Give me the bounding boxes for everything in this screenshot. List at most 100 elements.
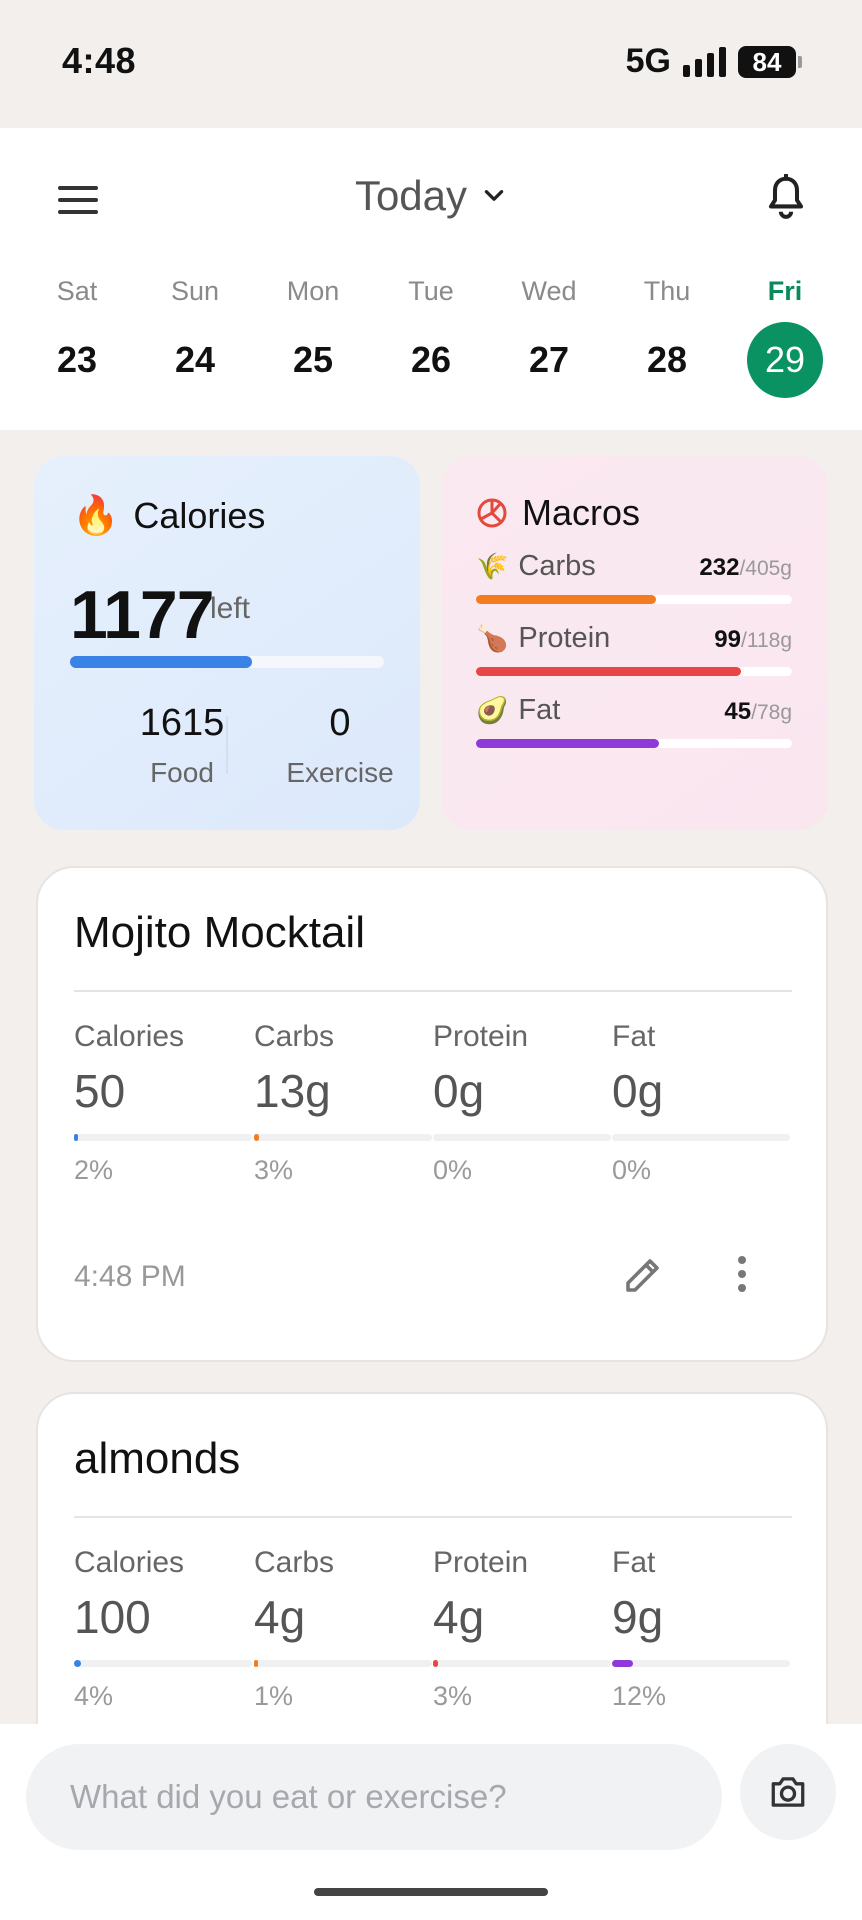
nutrient-value: 100 [74,1591,151,1643]
nutrient-value: 50 [74,1065,126,1117]
nutrient-fat: Fat 0g 0% [612,1020,792,1186]
nutrient-progress-track [612,1660,790,1667]
macro-consumed: 99 [714,626,741,653]
calories-progress-track [70,656,384,668]
day-name: Sun [170,276,220,306]
day-sat[interactable]: Sat 23 [18,276,136,398]
stat-divider [226,716,228,774]
food-calories-value: 1615 [139,702,225,744]
date-selector[interactable]: Today [0,172,862,220]
macro-progress-fill [476,739,660,748]
macros-card[interactable]: Macros 🌾 Carbs 232/405g 🍗 Protein 99/118g 🥑 Fat… [442,456,828,830]
day-date: 23 [56,339,98,380]
macro-name: Fat [518,694,561,726]
composer-bar [0,1724,862,1920]
nutrient-percent: 0% [612,1155,652,1185]
day-date: 29 [747,322,823,398]
nutrient-protein: Protein 0g 0% [433,1020,613,1186]
nutrient-percent: 3% [433,1681,473,1711]
food-stat: 1615 Food [112,702,252,789]
macro-progress-track [476,595,792,604]
nutrient-progress-track [612,1134,790,1141]
food-entry-card[interactable]: Mojito Mocktail Calories 50 2% Carbs 13g 3% Pro… [36,866,828,1362]
day-fri[interactable]: Fri 29 [726,276,844,398]
day-date: 28 [646,339,688,380]
entry-divider [74,1516,792,1518]
day-name: Sat [56,276,98,306]
calories-progress-fill [70,656,253,668]
nutrient-label: Protein [433,1020,529,1053]
macro-value: 232/405g [699,554,792,582]
battery-level: 84 [738,45,796,78]
nutrient-progress-track [74,1134,252,1141]
nutrient-carbs: Carbs 4g 1% [254,1546,434,1712]
status-time: 4:48 [62,40,137,81]
macro-name: Carbs [518,550,596,582]
macro-progress-track [476,739,792,748]
nutrient-progress-fill [254,1660,259,1667]
nutrient-percent: 3% [254,1155,294,1185]
macro-progress-track [476,667,792,676]
day-name: Wed [521,276,577,306]
nutrient-progress-track [433,1660,611,1667]
day-thu[interactable]: Thu 28 [608,276,726,398]
food-calories-label: Food [150,757,214,788]
macro-row-carbs: 🌾 Carbs 232/405g [476,550,792,604]
food-entry-name: Mojito Mocktail [74,908,365,957]
nutrient-progress-track [74,1660,252,1667]
page-title: Today [354,172,468,219]
day-sun[interactable]: Sun 24 [136,276,254,398]
more-vertical-icon[interactable] [718,1250,766,1298]
nutrient-progress-fill [612,1660,634,1667]
nutrient-calories: Calories 50 2% [74,1020,254,1186]
day-name: Mon [286,276,340,306]
macro-consumed: 45 [724,698,752,725]
network-label: 5G [625,42,671,80]
exercise-calories-label: Exercise [286,757,394,788]
nutrient-percent: 12% [612,1681,667,1711]
chevron-down-icon [484,190,504,201]
macro-progress-fill [476,667,742,676]
nutrient-progress-track [254,1134,432,1141]
nutrient-value: 0g [612,1065,664,1117]
protein-icon: 🍗 [476,623,509,653]
day-tue[interactable]: Tue 26 [372,276,490,398]
entry-time: 4:48 PM [74,1260,186,1293]
nutrient-label: Protein [433,1546,529,1579]
nutrient-progress-fill [74,1660,82,1667]
macro-goal: /78g [751,701,792,724]
nutrient-label: Calories [74,1020,185,1053]
nutrient-percent: 4% [74,1681,114,1711]
macro-row-protein: 🍗 Protein 99/118g [476,622,792,676]
battery-icon: 84 [738,45,802,78]
macro-value: 45/78g [724,698,792,726]
macro-value: 99/118g [714,626,792,654]
pencil-icon[interactable] [620,1250,668,1298]
app-header: Today Sat 23 Sun 24 Mon 25 Tue 26 Wed 27 Thu 28 Fri 2… [0,128,862,430]
log-input[interactable] [26,1744,722,1850]
day-date: 26 [410,339,452,380]
day-name: Tue [408,276,454,306]
nutrient-progress-fill [254,1134,260,1141]
calories-card-header: 🔥 Calories [72,494,265,538]
nutrient-label: Fat [612,1546,656,1579]
day-mon[interactable]: Mon 25 [254,276,372,398]
nutrient-label: Carbs [254,1020,335,1053]
bell-icon[interactable] [764,174,808,222]
flame-icon: 🔥 [72,495,120,537]
macro-row-fat: 🥑 Fat 45/78g [476,694,792,748]
nutrient-progress-fill [74,1134,79,1141]
camera-button[interactable] [740,1744,836,1840]
entry-divider [74,990,792,992]
nutrient-percent: 1% [254,1681,294,1711]
macro-name: Protein [518,622,611,654]
day-date: 27 [528,339,570,380]
day-wed[interactable]: Wed 27 [490,276,608,398]
food-entry-name: almonds [74,1434,241,1483]
calories-card[interactable]: 🔥 Calories 1177 left 1615 Food 0 Exercis… [34,456,420,830]
nutrient-value: 13g [254,1065,331,1117]
macro-consumed: 232 [699,554,740,581]
nutrient-label: Calories [74,1546,185,1579]
nutrient-progress-fill [433,1660,439,1667]
nutrient-value: 4g [254,1591,306,1643]
